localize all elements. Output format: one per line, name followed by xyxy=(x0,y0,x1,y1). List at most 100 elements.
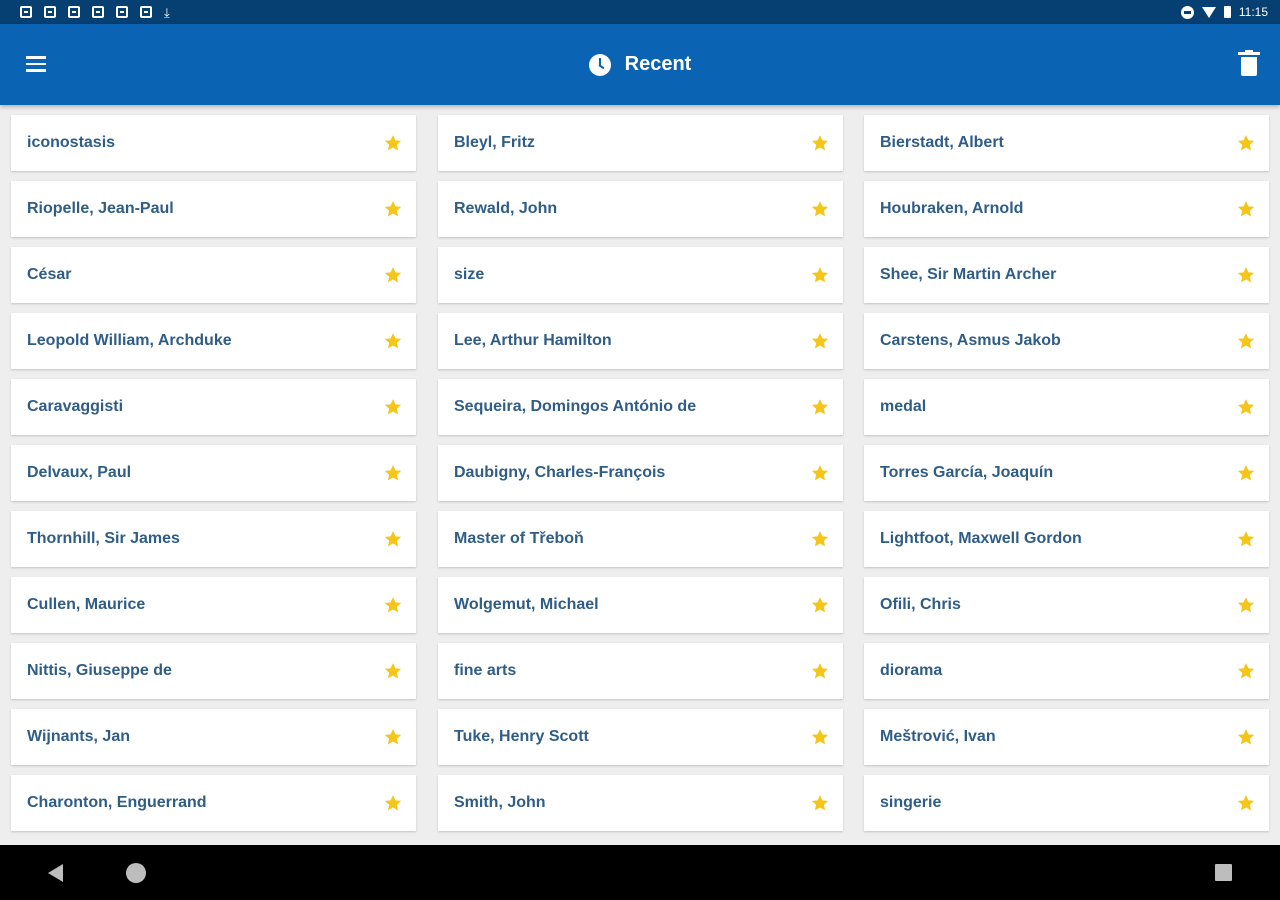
back-icon[interactable] xyxy=(48,864,63,882)
star-icon[interactable] xyxy=(382,198,404,220)
list-item-label: Caravaggisti xyxy=(27,398,124,415)
list-item-label: Smith, John xyxy=(454,794,546,811)
notification-area: ⤓ xyxy=(20,6,170,19)
wifi-icon xyxy=(1201,6,1216,18)
download-icon: ⤓ xyxy=(164,4,170,20)
star-icon[interactable] xyxy=(809,132,831,154)
star-icon[interactable] xyxy=(382,660,404,682)
list-item[interactable]: Caravaggisti xyxy=(11,379,416,435)
star-icon[interactable] xyxy=(1235,528,1257,550)
list-item-label: singerie xyxy=(880,794,942,811)
star-icon[interactable] xyxy=(1235,330,1257,352)
star-icon[interactable] xyxy=(809,660,831,682)
star-icon[interactable] xyxy=(382,792,404,814)
star-icon[interactable] xyxy=(1235,264,1257,286)
star-icon[interactable] xyxy=(382,132,404,154)
list-item[interactable]: iconostasis xyxy=(11,115,416,171)
star-icon[interactable] xyxy=(809,528,831,550)
list-item-label: fine arts xyxy=(454,662,517,679)
list-item[interactable]: Wolgemut, Michael xyxy=(438,577,843,633)
list-item[interactable]: singerie xyxy=(864,775,1269,831)
list-item-label: Riopelle, Jean-Paul xyxy=(27,200,174,217)
list-item[interactable]: Smith, John xyxy=(438,775,843,831)
title-group: Recent xyxy=(0,24,1280,105)
list-item[interactable]: Thornhill, Sir James xyxy=(11,511,416,567)
list-item[interactable]: Houbraken, Arnold xyxy=(864,181,1269,237)
recent-grid: iconostasis Riopelle, Jean-Paul César Leopo… xyxy=(0,105,1280,845)
star-icon[interactable] xyxy=(1235,462,1257,484)
app-bar: Recent xyxy=(0,24,1280,105)
star-icon[interactable] xyxy=(1235,594,1257,616)
column-3: Bierstadt, Albert Houbraken, Arnold Shee, … xyxy=(864,115,1269,841)
star-icon[interactable] xyxy=(809,198,831,220)
star-icon[interactable] xyxy=(382,594,404,616)
list-item[interactable]: fine arts xyxy=(438,643,843,699)
star-icon[interactable] xyxy=(1235,396,1257,418)
list-item-label: Wijnants, Jan xyxy=(27,728,130,745)
recents-icon[interactable] xyxy=(1215,864,1232,881)
list-item-label: Torres García, Joaquín xyxy=(880,464,1054,481)
star-icon[interactable] xyxy=(382,330,404,352)
list-item[interactable]: César xyxy=(11,247,416,303)
list-item[interactable]: Shee, Sir Martin Archer xyxy=(864,247,1269,303)
star-icon[interactable] xyxy=(382,396,404,418)
star-icon[interactable] xyxy=(809,462,831,484)
list-item[interactable]: Nittis, Giuseppe de xyxy=(11,643,416,699)
list-item[interactable]: Daubigny, Charles-François xyxy=(438,445,843,501)
list-item-label: Lightfoot, Maxwell Gordon xyxy=(880,530,1082,547)
star-icon[interactable] xyxy=(1235,660,1257,682)
list-item[interactable]: Master of Třeboň xyxy=(438,511,843,567)
menu-button[interactable] xyxy=(16,44,56,84)
list-item[interactable]: Riopelle, Jean-Paul xyxy=(11,181,416,237)
list-item[interactable]: Ofili, Chris xyxy=(864,577,1269,633)
star-icon[interactable] xyxy=(382,462,404,484)
clear-history-button[interactable] xyxy=(1238,50,1260,78)
list-item[interactable]: Sequeira, Domingos António de xyxy=(438,379,843,435)
list-item[interactable]: Cullen, Maurice xyxy=(11,577,416,633)
star-icon[interactable] xyxy=(382,726,404,748)
star-icon[interactable] xyxy=(1235,132,1257,154)
list-item[interactable]: diorama xyxy=(864,643,1269,699)
home-icon[interactable] xyxy=(126,863,146,883)
list-item-label: Delvaux, Paul xyxy=(27,464,132,481)
list-item-label: Leopold William, Archduke xyxy=(27,332,232,349)
star-icon[interactable] xyxy=(809,330,831,352)
star-icon[interactable] xyxy=(382,528,404,550)
star-icon[interactable] xyxy=(809,396,831,418)
star-icon[interactable] xyxy=(1235,198,1257,220)
list-item[interactable]: size xyxy=(438,247,843,303)
list-item[interactable]: Meštrović, Ivan xyxy=(864,709,1269,765)
list-item[interactable]: Tuke, Henry Scott xyxy=(438,709,843,765)
list-item-label: Cullen, Maurice xyxy=(27,596,146,613)
menu-icon xyxy=(26,56,46,59)
list-item[interactable]: Charonton, Enguerrand xyxy=(11,775,416,831)
navigation-bar xyxy=(0,845,1280,900)
star-icon[interactable] xyxy=(382,264,404,286)
star-icon[interactable] xyxy=(809,792,831,814)
star-icon[interactable] xyxy=(809,264,831,286)
list-item-label: César xyxy=(27,266,72,283)
star-icon[interactable] xyxy=(809,594,831,616)
list-item[interactable]: Delvaux, Paul xyxy=(11,445,416,501)
list-item[interactable]: medal xyxy=(864,379,1269,435)
list-item[interactable]: Torres García, Joaquín xyxy=(864,445,1269,501)
list-item-label: Nittis, Giuseppe de xyxy=(27,662,172,679)
list-item[interactable]: Lee, Arthur Hamilton xyxy=(438,313,843,369)
list-item-label: Carstens, Asmus Jakob xyxy=(880,332,1061,349)
list-item-label: iconostasis xyxy=(27,134,116,151)
star-icon[interactable] xyxy=(1235,726,1257,748)
list-item-label: diorama xyxy=(880,662,943,679)
list-item[interactable]: Bleyl, Fritz xyxy=(438,115,843,171)
star-icon[interactable] xyxy=(1235,792,1257,814)
star-icon[interactable] xyxy=(809,726,831,748)
list-item[interactable]: Wijnants, Jan xyxy=(11,709,416,765)
list-item[interactable]: Lightfoot, Maxwell Gordon xyxy=(864,511,1269,567)
list-item[interactable]: Rewald, John xyxy=(438,181,843,237)
list-item[interactable]: Leopold William, Archduke xyxy=(11,313,416,369)
list-item-label: Rewald, John xyxy=(454,200,558,217)
list-item[interactable]: Bierstadt, Albert xyxy=(864,115,1269,171)
list-item-label: Shee, Sir Martin Archer xyxy=(880,266,1057,283)
list-item[interactable]: Carstens, Asmus Jakob xyxy=(864,313,1269,369)
list-item-label: Tuke, Henry Scott xyxy=(454,728,589,745)
list-item-label: Wolgemut, Michael xyxy=(454,596,599,613)
